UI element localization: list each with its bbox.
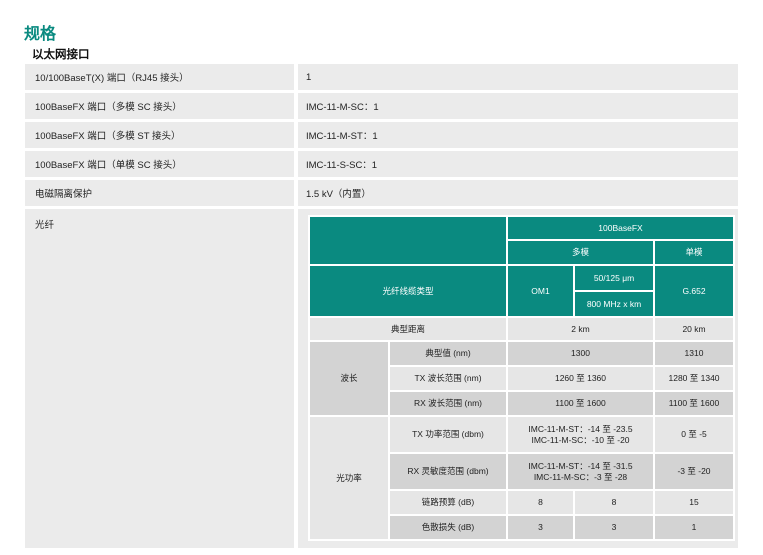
rx-sens-mm-sc: IMC-11-M-SC：-3 至 -28 bbox=[533, 471, 628, 482]
dispersion-c: 1 bbox=[652, 514, 736, 541]
dispersion-label: 色散损失 (dB) bbox=[388, 514, 508, 541]
cable-spec-core: 50/125 μm bbox=[573, 264, 655, 292]
spec-row-isolation: 电磁隔离保护 1.5 kV（内置） bbox=[25, 180, 738, 206]
spec-value: IMC-11-S-SC：1 bbox=[298, 151, 738, 177]
spec-value: 1.5 kV（内置） bbox=[298, 180, 738, 206]
distance-multimode: 2 km bbox=[506, 316, 655, 342]
spec-label: 100BaseFX 端口（多模 ST 接头） bbox=[25, 122, 294, 148]
tx-range-singlemode: 1280 至 1340 bbox=[652, 365, 736, 392]
spec-value: IMC-11-M-ST：1 bbox=[298, 122, 738, 148]
spec-label: 光纤 bbox=[25, 209, 294, 548]
rx-range-singlemode: 1100 至 1600 bbox=[652, 390, 736, 417]
tx-power-mm-sc: IMC-11-M-SC：-10 至 -20 bbox=[531, 434, 630, 445]
spec-label: 10/100BaseT(X) 端口（RJ45 接头） bbox=[25, 64, 294, 90]
cable-type-label: 光纤线缆类型 bbox=[308, 264, 508, 318]
header-singlemode: 单模 bbox=[652, 239, 736, 266]
optical-power-label: 光功率 bbox=[308, 415, 390, 541]
distance-label: 典型距离 bbox=[308, 316, 508, 342]
cable-g652: G.652 bbox=[652, 264, 736, 318]
dispersion-a: 3 bbox=[506, 514, 575, 541]
tx-range-multimode: 1260 至 1360 bbox=[506, 365, 655, 392]
link-budget-label: 链路预算 (dB) bbox=[388, 489, 508, 516]
fiber-spec-table: 100BaseFX 多模 单模 光纤线缆类型 OM1 50/125 μm G.6… bbox=[308, 215, 736, 541]
spec-value: 100BaseFX 多模 单模 光纤线缆类型 OM1 50/125 μm G.6… bbox=[298, 209, 738, 548]
typical-label: 典型值 (nm) bbox=[388, 340, 508, 367]
spec-label: 100BaseFX 端口（多模 SC 接头） bbox=[25, 93, 294, 119]
tx-range-label: TX 波长范围 (nm) bbox=[388, 365, 508, 392]
table-corner bbox=[308, 215, 508, 266]
spec-row-mm-sc: 100BaseFX 端口（多模 SC 接头） IMC-11-M-SC：1 bbox=[25, 93, 738, 119]
spec-label: 电磁隔离保护 bbox=[25, 180, 294, 206]
spec-row-rj45: 10/100BaseT(X) 端口（RJ45 接头） 1 bbox=[25, 64, 738, 90]
wavelength-label: 波长 bbox=[308, 340, 390, 417]
typical-singlemode: 1310 bbox=[652, 340, 736, 367]
spec-label: 100BaseFX 端口（单模 SC 接头） bbox=[25, 151, 294, 177]
tx-power-multimode: IMC-11-M-ST：-14 至 -23.5 IMC-11-M-SC：-10 … bbox=[506, 415, 655, 454]
header-100basefx: 100BaseFX bbox=[505, 215, 736, 241]
spec-row-fiber: 光纤 100BaseFX 多模 单模 光纤线缆类型 OM1 50/125 μm … bbox=[25, 209, 738, 548]
rx-sensitivity-multimode: IMC-11-M-ST：-14 至 -31.5 IMC-11-M-SC：-3 至… bbox=[506, 452, 655, 491]
spec-value: IMC-11-M-SC：1 bbox=[298, 93, 738, 119]
dispersion-b: 3 bbox=[573, 514, 655, 541]
header-multimode: 多模 bbox=[506, 239, 655, 266]
page-title: 规格 bbox=[24, 26, 57, 43]
spec-row-sm-sc: 100BaseFX 端口（单模 SC 接头） IMC-11-S-SC：1 bbox=[25, 151, 738, 177]
rx-sensitivity-singlemode: -3 至 -20 bbox=[652, 452, 736, 491]
spec-value: 1 bbox=[298, 64, 738, 90]
link-budget-a: 8 bbox=[506, 489, 575, 516]
tx-power-label: TX 功率范围 (dbm) bbox=[388, 415, 508, 454]
rx-sens-mm-st: IMC-11-M-ST：-14 至 -31.5 bbox=[528, 460, 633, 471]
link-budget-c: 15 bbox=[652, 489, 736, 516]
cable-spec-bandwidth: 800 MHz x km bbox=[573, 290, 655, 318]
tx-power-mm-st: IMC-11-M-ST：-14 至 -23.5 bbox=[528, 423, 633, 434]
spec-row-mm-st: 100BaseFX 端口（多模 ST 接头） IMC-11-M-ST：1 bbox=[25, 122, 738, 148]
typical-multimode: 1300 bbox=[506, 340, 655, 367]
tx-power-singlemode: 0 至 -5 bbox=[652, 415, 736, 454]
section-title: 以太网接口 bbox=[32, 49, 90, 61]
rx-range-multimode: 1100 至 1600 bbox=[506, 390, 655, 417]
cable-om1: OM1 bbox=[506, 264, 575, 318]
rx-range-label: RX 波长范围 (nm) bbox=[388, 390, 508, 417]
distance-singlemode: 20 km bbox=[652, 316, 736, 342]
link-budget-b: 8 bbox=[573, 489, 655, 516]
rx-sensitivity-label: RX 灵敏度范围 (dbm) bbox=[388, 452, 508, 491]
